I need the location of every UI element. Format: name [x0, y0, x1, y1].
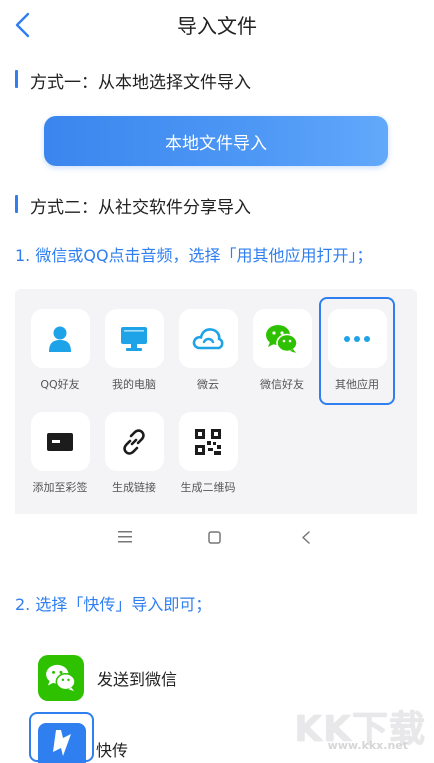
wechat-icon [266, 324, 298, 353]
home-icon[interactable] [208, 531, 221, 544]
app-item-send-to-wechat[interactable]: 发送到微信 [38, 655, 177, 701]
method2-title: 方式二：从社交软件分享导入 [30, 198, 251, 218]
person-icon [49, 326, 71, 352]
link-icon [123, 428, 145, 455]
share-item-my-computer[interactable]: 我的电脑 [97, 309, 171, 392]
back-nav-icon[interactable] [301, 531, 311, 544]
share-item-label: QQ好友 [40, 378, 80, 391]
page-title: 导入文件 [177, 14, 257, 38]
wechat-app-icon [38, 655, 84, 701]
tag-icon [47, 432, 73, 451]
share-item-generate-link[interactable]: 生成链接 [97, 412, 171, 495]
share-item-add-tag[interactable]: 添加至彩签 [23, 412, 97, 495]
share-item-label: 添加至彩签 [32, 481, 88, 494]
share-item-qq-friend[interactable]: QQ好友 [23, 309, 97, 392]
step2-text: 2. 选择「快传」导入即可； [15, 595, 212, 614]
share-item-label: 生成二维码 [180, 481, 236, 494]
monitor-icon [121, 326, 147, 351]
section-marker [15, 70, 18, 88]
share-item-wechat-friend[interactable]: 微信好友 [245, 309, 319, 392]
menu-icon[interactable] [118, 531, 132, 543]
highlight-box [319, 297, 395, 405]
share-item-weiyun[interactable]: 微云 [171, 309, 245, 392]
method1-title: 方式一：从本地选择文件导入 [30, 73, 251, 93]
step1-text: 1. 微信或QQ点击音频，选择「用其他应用打开」； [15, 246, 373, 265]
share-item-generate-qrcode[interactable]: 生成二维码 [171, 412, 245, 495]
app-label: 发送到微信 [97, 670, 178, 689]
share-item-label: 微信好友 [260, 378, 304, 391]
section-marker [15, 195, 18, 213]
watermark-url: www.kkx.net [327, 739, 408, 752]
share-item-label: 生成链接 [112, 481, 156, 494]
cloud-icon [192, 327, 224, 349]
wechat-icon [46, 664, 76, 692]
share-item-label: 我的电脑 [112, 378, 156, 391]
local-import-button[interactable]: 本地文件导入 [44, 116, 388, 166]
share-item-label: 微云 [197, 378, 219, 391]
app-label: 快传 [96, 741, 129, 760]
qrcode-icon [195, 428, 221, 455]
